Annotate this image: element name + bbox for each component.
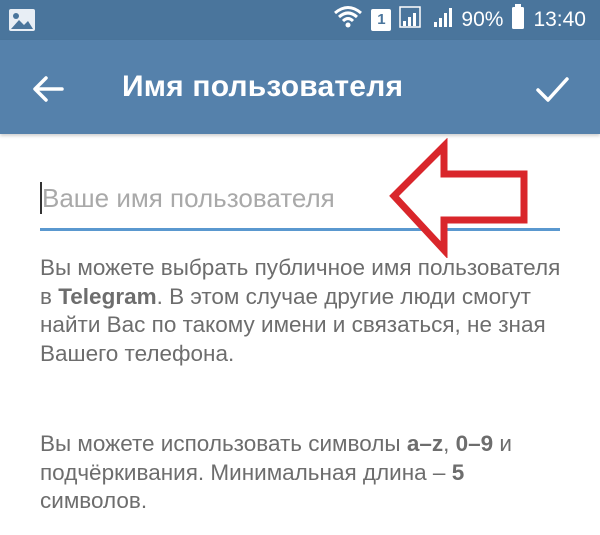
app-bar: Имя пользователя bbox=[0, 40, 600, 134]
status-bar: 1 90% 13:40 bbox=[0, 0, 600, 40]
cell-signal-2-icon bbox=[433, 5, 453, 35]
battery-icon bbox=[511, 4, 525, 36]
wifi-icon bbox=[333, 5, 363, 35]
back-button[interactable] bbox=[26, 67, 70, 111]
text-cursor bbox=[40, 182, 42, 214]
red-arrow-left-icon bbox=[389, 138, 528, 258]
checkmark-icon bbox=[536, 77, 569, 102]
gallery-notification-icon bbox=[8, 8, 36, 36]
clock: 13:40 bbox=[533, 8, 586, 31]
page-title: Имя пользователя bbox=[122, 70, 404, 103]
telegram-bold: Telegram bbox=[58, 283, 157, 309]
help-text-rules: Вы можете использовать символы a–z, 0–9 … bbox=[40, 431, 512, 513]
done-button[interactable] bbox=[530, 67, 574, 111]
sim-badge: 1 bbox=[371, 9, 392, 31]
cell-signal-icon bbox=[399, 5, 425, 35]
help-text-description: Вы можете выбрать публичное имя пользова… bbox=[40, 255, 561, 366]
arrow-left-icon bbox=[33, 76, 64, 102]
battery-percent: 90% bbox=[461, 8, 504, 31]
